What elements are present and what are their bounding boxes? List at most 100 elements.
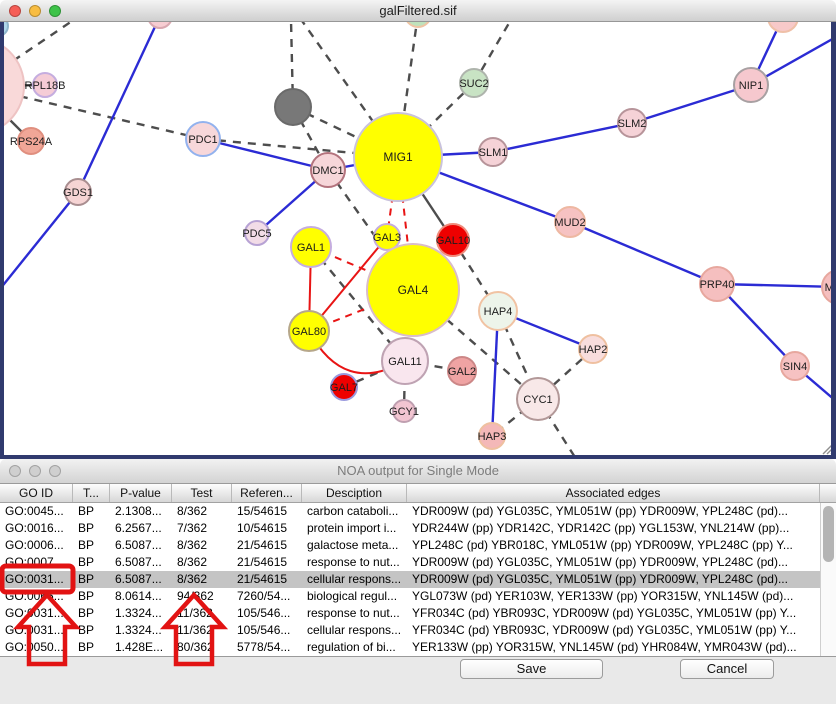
node-toppink[interactable]: [148, 22, 172, 28]
node-label-PDC1: PDC1: [188, 134, 217, 146]
node-label-GAL4: GAL4: [398, 283, 429, 297]
node-label-GAL80: GAL80: [292, 326, 326, 338]
column-header-test[interactable]: Test: [172, 484, 232, 502]
table-cell: 6.5087...: [110, 537, 172, 554]
table-cell: BP: [73, 571, 110, 588]
table-cell: GO:0065...: [0, 588, 73, 605]
graph-window-title: galFiltered.sif: [0, 3, 836, 18]
node-label-GAL2: GAL2: [448, 366, 476, 378]
column-header-go-id[interactable]: GO ID: [0, 484, 73, 502]
table-row[interactable]: GO:0006...BP6.5087...8/36221/54615galact…: [0, 537, 820, 554]
table-row[interactable]: GO:0050...BP1.428E...80/3625778/54...reg…: [0, 639, 820, 656]
table-cell: biological regul...: [302, 588, 407, 605]
table-cell: YDR009W (pd) YGL035C, YML051W (pp) YDR00…: [407, 554, 820, 571]
node-label-MIG1: MIG1: [383, 150, 413, 164]
table-row[interactable]: GO:0065...BP8.0614...94/3627260/54...bio…: [0, 588, 820, 605]
column-header-stub: [820, 484, 836, 502]
table-cell: BP: [73, 605, 110, 622]
table-cell: YPL248C (pd) YBR018C, YML051W (pp) YDR00…: [407, 537, 820, 554]
node-greentop[interactable]: [405, 22, 431, 27]
node-label-CYC1: CYC1: [523, 394, 552, 406]
table-cell: GO:0031...: [0, 622, 73, 639]
table-cell: YFR034C (pd) YBR093C, YDR009W (pd) YGL03…: [407, 605, 820, 622]
node-label-MUD2: MUD2: [554, 217, 585, 229]
table-cell: BP: [73, 622, 110, 639]
table-cell: GO:0045...: [0, 503, 73, 520]
table-cell: 5778/54...: [232, 639, 302, 656]
noa-window-title: NOA output for Single Mode: [0, 463, 836, 478]
node-label-NIP1: NIP1: [739, 80, 763, 92]
graph-window-titlebar: galFiltered.sif: [0, 0, 836, 22]
table-row[interactable]: GO:0031...BP1.3324...11/362105/546...res…: [0, 605, 820, 622]
table-body: GO:0045...BP2.1308...8/36215/54615carbon…: [0, 503, 820, 656]
edge-blue: [493, 123, 632, 152]
table-cell: BP: [73, 503, 110, 520]
table-cell: 105/546...: [232, 605, 302, 622]
node-trpink[interactable]: [768, 22, 798, 32]
table-cell: 7/362: [172, 520, 232, 537]
table-cell: YDR009W (pd) YGL035C, YML051W (pp) YDR00…: [407, 571, 820, 588]
edge-blue: [632, 85, 751, 123]
table-scrollbar[interactable]: [820, 503, 836, 656]
table-cell: 11/362: [172, 622, 232, 639]
table-row[interactable]: GO:0016...BP6.2567...7/36210/54615protei…: [0, 520, 820, 537]
table-cell: BP: [73, 639, 110, 656]
table-cell: GO:0007...: [0, 554, 73, 571]
node-label-GAL7: GAL7: [330, 382, 358, 394]
table-row[interactable]: GO:0045...BP2.1308...8/36215/54615carbon…: [0, 503, 820, 520]
table-cell: 105/546...: [232, 622, 302, 639]
table-cell: GO:0016...: [0, 520, 73, 537]
save-button[interactable]: Save: [460, 659, 603, 679]
screen: galFiltered.sif RPL18B RPS24A PDC1 GDS1 MIG1…: [0, 0, 836, 704]
node-label-HAP2: HAP2: [579, 344, 608, 356]
column-header-associated-edges[interactable]: Associated edges: [407, 484, 820, 502]
table-cell: 8/362: [172, 554, 232, 571]
column-header-desciption[interactable]: Desciption: [302, 484, 407, 502]
table-cell: carbon cataboli...: [302, 503, 407, 520]
scrollbar-thumb[interactable]: [823, 506, 834, 562]
table-cell: BP: [73, 588, 110, 605]
table-cell: 94/362: [172, 588, 232, 605]
node-label-PDC5: PDC5: [242, 228, 271, 240]
table-cell: 21/54615: [232, 537, 302, 554]
node-label-SUC2: SUC2: [459, 78, 488, 90]
table-row[interactable]: GO:0031...BP1.3324...11/362105/546...cel…: [0, 622, 820, 639]
table-cell: BP: [73, 554, 110, 571]
column-header-p-value[interactable]: P-value: [110, 484, 172, 502]
table-row[interactable]: GO:0007...BP6.5087...8/36221/54615respon…: [0, 554, 820, 571]
node-label-RPL18B: RPL18B: [25, 80, 66, 92]
column-header-t-[interactable]: T...: [73, 484, 110, 502]
node-label-SLM2: SLM2: [618, 118, 647, 130]
table-cell: 8/362: [172, 537, 232, 554]
node-label-GAL3: GAL3: [373, 232, 401, 244]
table-cell: GO:0031...: [0, 571, 73, 588]
table-cell: response to nut...: [302, 605, 407, 622]
table-cell: 2.1308...: [110, 503, 172, 520]
table-cell: GO:0031...: [0, 605, 73, 622]
cancel-button[interactable]: Cancel: [680, 659, 774, 679]
node-label-GAL10: GAL10: [436, 235, 470, 247]
edge-blue: [570, 222, 717, 284]
node-label-RPS24A: RPS24A: [10, 136, 53, 148]
table-cell: 15/54615: [232, 503, 302, 520]
noa-window-titlebar: NOA output for Single Mode: [0, 459, 836, 484]
table-cell: response to nut...: [302, 554, 407, 571]
table-cell: GO:0050...: [0, 639, 73, 656]
table-row[interactable]: GO:0031...BP6.5087...8/36221/54615cellul…: [0, 571, 820, 588]
table-cell: YER133W (pp) YOR315W, YNL145W (pd) YHR08…: [407, 639, 820, 656]
node-gray[interactable]: [275, 89, 311, 125]
table-cell: 7260/54...: [232, 588, 302, 605]
table-cell: 21/54615: [232, 554, 302, 571]
node-label-GAL11: GAL11: [388, 356, 421, 368]
table-cell: GO:0006...: [0, 537, 73, 554]
node-label-GAL1: GAL1: [297, 242, 325, 254]
column-header-referen-[interactable]: Referen...: [232, 484, 302, 502]
node-label-SIN4: SIN4: [783, 361, 807, 373]
table-cell: cellular respons...: [302, 571, 407, 588]
table-cell: 1.3324...: [110, 622, 172, 639]
node-label-DMC1: DMC1: [312, 165, 343, 177]
network-canvas[interactable]: RPL18BRPS24APDC1GDS1MIG1DMC1PDC5SUC2SLM1…: [0, 22, 836, 459]
node-label-GDS1: GDS1: [63, 187, 93, 199]
edge-blue: [78, 22, 160, 192]
table-cell: BP: [73, 537, 110, 554]
